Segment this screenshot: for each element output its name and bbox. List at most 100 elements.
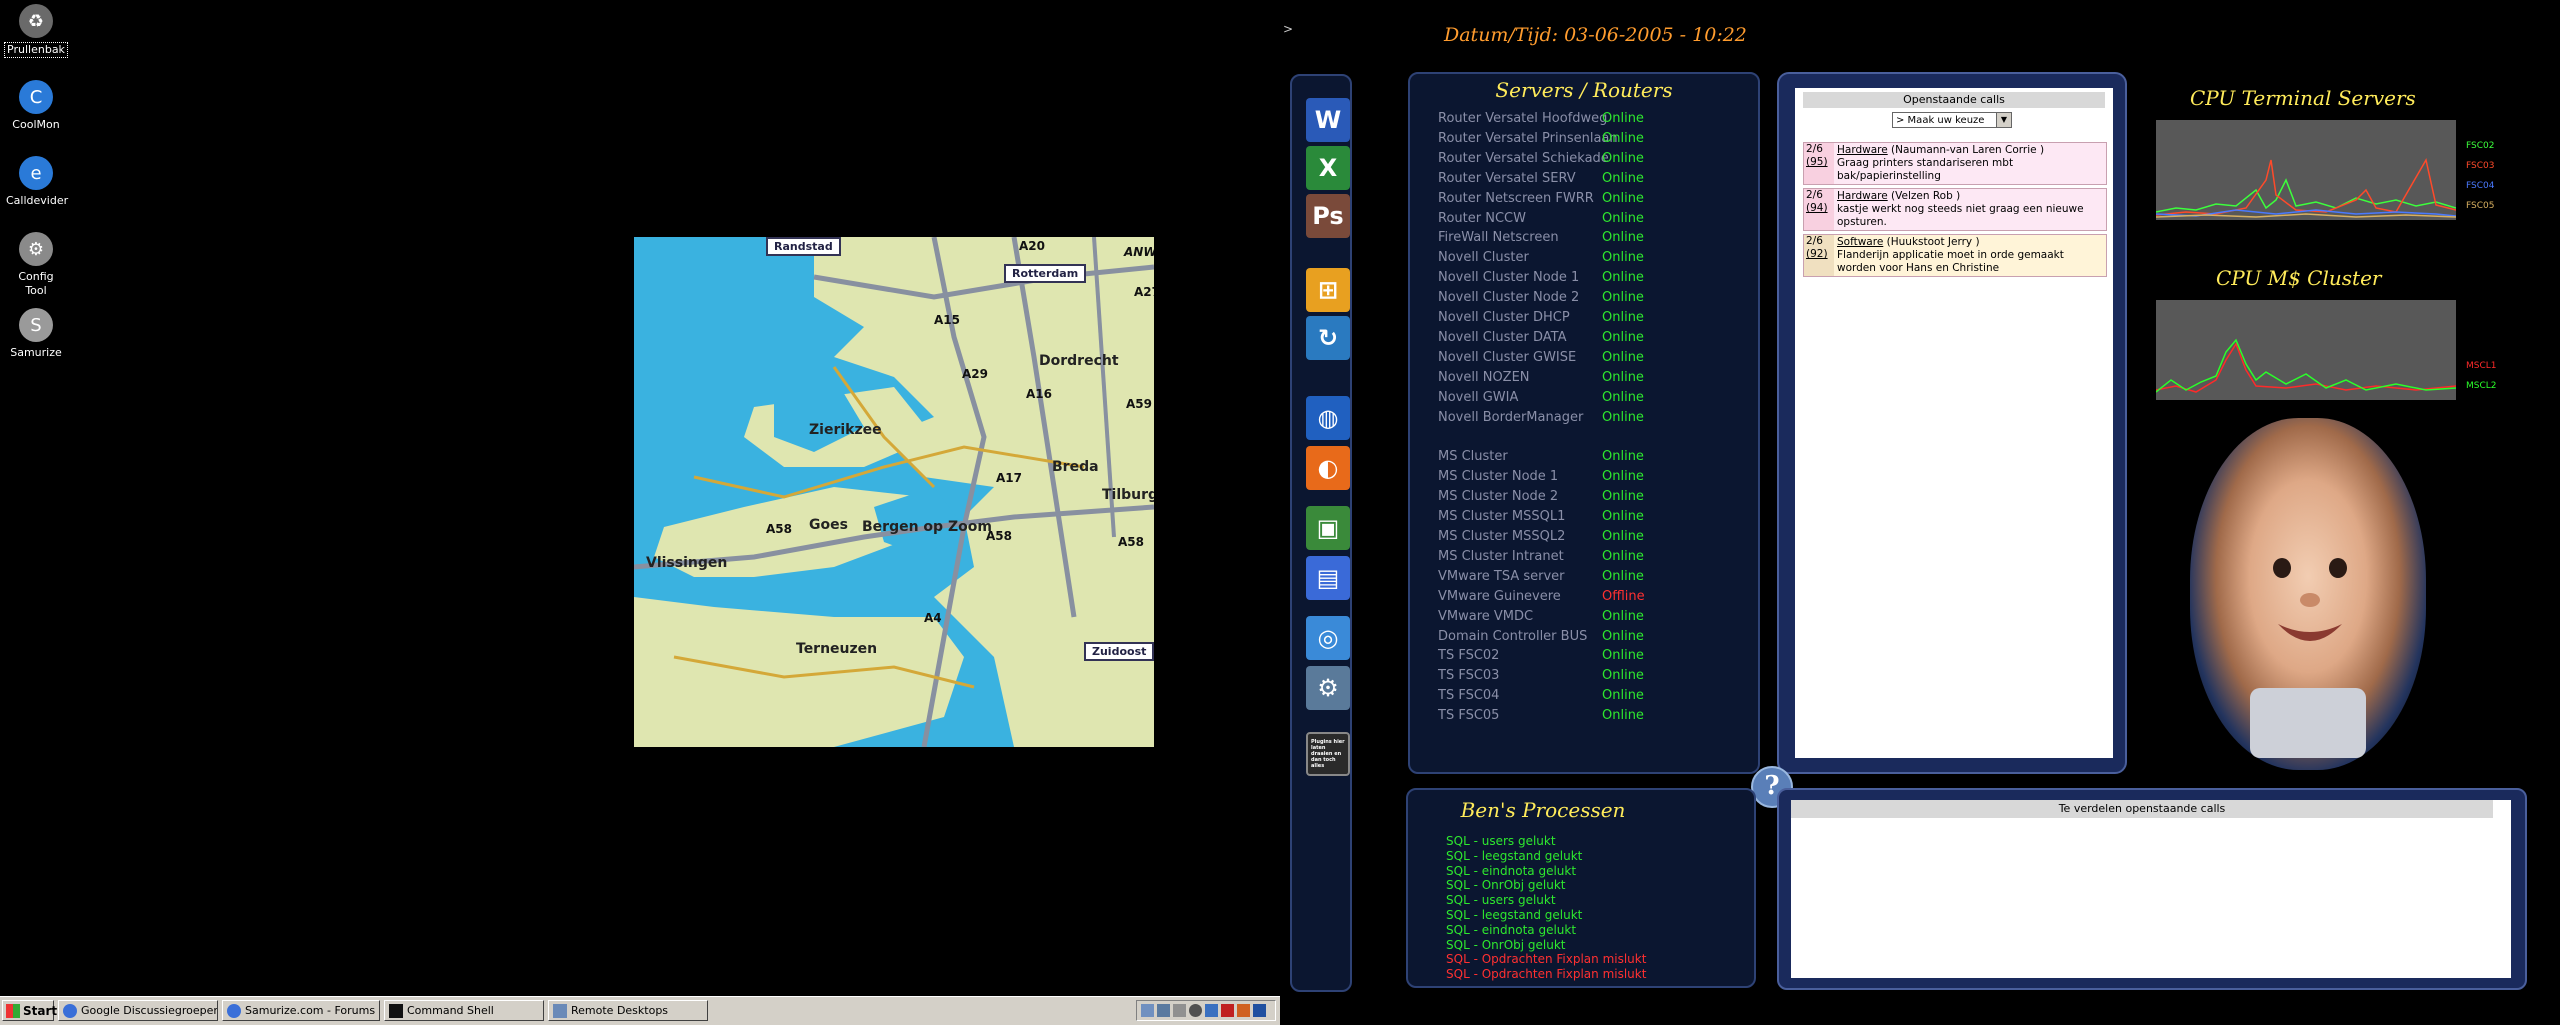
server-status: Online — [1602, 270, 1644, 286]
calls-select[interactable]: > Maak uw keuze ▼ — [1892, 112, 2012, 128]
call-id-link[interactable]: (92) — [1806, 248, 1834, 261]
map-road: A17 — [996, 471, 1022, 485]
system-tray — [1136, 1000, 1276, 1021]
cpu-ms-lines — [2155, 338, 2457, 393]
recycle-bin-icon: ♻ — [19, 4, 53, 38]
map-road: A29 — [962, 367, 988, 381]
map-road: A59 — [1126, 397, 1152, 411]
call-text: Flanderijn applicatie moet in orde gemaa… — [1837, 249, 2064, 274]
server-name: VMware TSA server — [1438, 568, 1565, 584]
desktop-icon-calldevider[interactable]: e Calldevider — [4, 156, 68, 208]
server-row: Router Versatel Hoofdweg Online — [1438, 110, 1758, 128]
taskbar-button-samurize[interactable]: Samurize.com - Forums -... — [222, 1000, 380, 1021]
settings-tool-icon[interactable]: ⚙ — [1306, 666, 1350, 710]
server-status: Online — [1602, 648, 1644, 664]
note-icon[interactable]: Plugins hier laten draaien en dan toch a… — [1306, 732, 1350, 776]
server-row: Novell Cluster Node 2 Online — [1438, 289, 1758, 307]
desktop-icon-label: Samurize — [10, 346, 62, 359]
windows-flag-icon — [6, 1003, 20, 1018]
server-row: Domain Controller BUS Online — [1438, 628, 1758, 646]
server-status: Offline — [1602, 588, 1645, 604]
taskbar-button-google[interactable]: Google Discussiegroepen... — [58, 1000, 218, 1021]
server-row: Novell BorderManager Online — [1438, 409, 1758, 427]
server-name: MS Cluster MSSQL1 — [1438, 509, 1566, 525]
picture-viewer-icon[interactable]: ▣ — [1306, 506, 1350, 550]
browser-icon — [63, 1003, 77, 1018]
samurize-icon: S — [19, 308, 53, 342]
taskbar-button-label: Samurize.com - Forums -... — [245, 1004, 380, 1017]
tray-clock-icon[interactable] — [1189, 1004, 1202, 1017]
call-item[interactable]: 2/6 (94) Hardware (Velzen Rob ) kastje werk… — [1803, 188, 2107, 231]
server-row: Novell Cluster DATA Online — [1438, 329, 1758, 347]
earth-icon[interactable]: ◍ — [1306, 396, 1350, 440]
cpu-ts-title: CPU Terminal Servers — [2190, 86, 2416, 110]
start-button[interactable]: Start — [2, 1000, 57, 1021]
call-category-link[interactable]: Hardware — [1837, 144, 1888, 156]
server-status: Online — [1602, 290, 1644, 306]
remote-desktop-icon[interactable]: ▤ — [1306, 556, 1350, 600]
windows-icon[interactable]: ⊞ — [1306, 268, 1350, 312]
server-name: Router Versatel SERV — [1438, 170, 1576, 186]
tray-monitor-icon[interactable] — [1205, 1004, 1218, 1017]
cpu-ms-legend: MSCL1 MSCL2 — [2466, 356, 2497, 396]
call-item[interactable]: 2/6 (92) Software (Huukstoot Jerry ) Flande… — [1803, 234, 2107, 277]
photoshop-icon[interactable]: Ps — [1306, 194, 1350, 238]
process-row: SQL - OnrObj gelukt — [1446, 878, 1566, 893]
desktop-icon-prullenbak[interactable]: ♻ Prullenbak — [4, 4, 68, 58]
call-text: kastje werkt nog steeds niet graag een n… — [1837, 203, 2084, 228]
server-name: VMware VMDC — [1438, 608, 1534, 624]
map-road: A15 — [934, 313, 960, 327]
map-road: A16 — [1026, 387, 1052, 401]
server-row: Novell GWIA Online — [1438, 389, 1758, 407]
refresh-globe-icon[interactable]: ↻ — [1306, 316, 1350, 360]
desktop-icon-config-tool[interactable]: ⚙ Config Tool — [4, 232, 68, 298]
firefox-icon[interactable]: ◐ — [1306, 446, 1350, 490]
server-status: Online — [1602, 548, 1644, 564]
server-name: Novell NOZEN — [1438, 369, 1530, 385]
cpu-ts-lines — [2155, 157, 2457, 218]
tray-security-icon[interactable] — [1253, 1004, 1266, 1017]
taskbar-button-label: Remote Desktops — [571, 1004, 669, 1017]
desktop-icon-coolmon[interactable]: C CoolMon — [4, 80, 68, 132]
server-status: Online — [1602, 688, 1644, 704]
map-sign-randstad: Randstad — [766, 237, 841, 256]
prompt-symbol: > — [1283, 22, 1294, 36]
server-status: Online — [1602, 708, 1644, 724]
chevron-down-icon[interactable]: ▼ — [1996, 113, 2011, 127]
server-name: TS FSC03 — [1438, 668, 1500, 684]
call-id-link[interactable]: (94) — [1806, 202, 1834, 215]
call-category-link[interactable]: Hardware — [1837, 190, 1888, 202]
taskbar-button-command-shell[interactable]: Command Shell — [384, 1000, 544, 1021]
call-item[interactable]: 2/6 (95) Hardware (Naumann-van Laren Corri… — [1803, 142, 2107, 185]
call-date-cell: 2/6 (95) — [1804, 143, 1834, 184]
server-row: Router Versatel Prinsenlaan Online — [1438, 130, 1758, 148]
server-row: Novell Cluster DHCP Online — [1438, 309, 1758, 327]
server-status: Online — [1602, 130, 1644, 146]
tray-n-icon[interactable] — [1221, 1004, 1234, 1017]
server-row: MS Cluster MSSQL1 Online — [1438, 508, 1758, 526]
legend-item: FSC03 — [2466, 161, 2495, 171]
desktop-icon-samurize[interactable]: S Samurize — [4, 308, 68, 360]
map-road: A58 — [1118, 535, 1144, 549]
map-place: Zierikzee — [809, 422, 882, 438]
call-category-link[interactable]: Software — [1837, 236, 1883, 248]
te-verdelen-list: Te verdelen openstaande calls — [1791, 800, 2511, 978]
process-row: SQL - leegstand gelukt — [1446, 848, 1583, 863]
server-name: TS FSC05 — [1438, 708, 1500, 724]
excel-icon[interactable]: X — [1306, 146, 1350, 190]
server-name: Novell Cluster Node 2 — [1438, 290, 1580, 306]
taskbar: Start Google Discussiegroepen... Samuriz… — [0, 996, 1280, 1025]
tray-remote-icon[interactable] — [1157, 1004, 1170, 1017]
network-globe-icon[interactable]: ◎ — [1306, 616, 1350, 660]
server-status: Online — [1602, 369, 1644, 385]
tray-shield-icon[interactable] — [1237, 1004, 1250, 1017]
tray-volume-icon[interactable] — [1173, 1004, 1186, 1017]
map-place: Terneuzen — [796, 641, 878, 657]
tray-network-icon[interactable] — [1141, 1004, 1154, 1017]
call-id-link[interactable]: (95) — [1806, 156, 1834, 169]
map-place: Bergen op Zoom — [862, 519, 992, 535]
taskbar-button-label: Google Discussiegroepen... — [81, 1004, 218, 1017]
servers-panel: Servers / Routers Router Versatel Hoofdw… — [1408, 72, 1760, 774]
word-icon[interactable]: W — [1306, 98, 1350, 142]
taskbar-button-remote-desktops[interactable]: Remote Desktops — [548, 1000, 708, 1021]
